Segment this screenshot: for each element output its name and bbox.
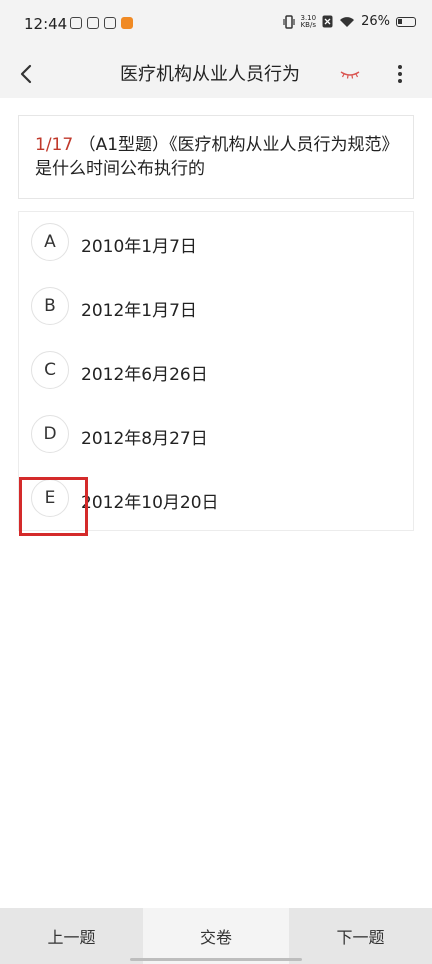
next-question-button[interactable]: 下一题: [289, 908, 432, 964]
question-card: 1/17 （A1型题）《医疗机构从业人员行为规范》是什么时间公布执行的: [18, 115, 414, 199]
eye-toggle-button[interactable]: [338, 62, 362, 86]
chevron-left-icon: [20, 64, 32, 84]
net-speed: 3.10 KB/s: [300, 13, 317, 29]
option-letter-badge: C: [31, 351, 69, 389]
app-header: 医疗机构从业人员行为: [0, 50, 432, 98]
options-list: A 2010年1月7日 B 2012年1月7日 C 2012年6月26日 D 2…: [18, 211, 414, 531]
link-icon: [70, 17, 82, 29]
more-dot-icon: [398, 72, 402, 76]
more-dot-icon: [398, 65, 402, 69]
option-letter-badge: E: [31, 479, 69, 517]
prev-question-button[interactable]: 上一题: [0, 908, 143, 964]
option-b[interactable]: B 2012年1月7日: [19, 276, 413, 340]
sim-off-icon: [322, 15, 333, 28]
eye-closed-icon: [340, 71, 360, 79]
option-letter-badge: B: [31, 287, 69, 325]
battery-percent: 26%: [361, 14, 390, 29]
status-time: 12:44: [24, 15, 68, 33]
option-e[interactable]: E 2012年10月20日: [19, 468, 413, 532]
status-bar: 12:44 3.10 KB/s 26%: [0, 0, 432, 50]
sync-icon: [104, 17, 116, 29]
wifi-icon: [340, 16, 355, 27]
app-notification-icon: [87, 17, 99, 29]
orange-app-icon: [121, 17, 133, 29]
home-indicator[interactable]: [130, 958, 302, 961]
bottom-action-bar: 上一题 交卷 下一题: [0, 908, 432, 964]
option-d[interactable]: D 2012年8月27日: [19, 404, 413, 468]
more-options-button[interactable]: [388, 58, 412, 90]
more-dot-icon: [398, 79, 402, 83]
status-right: 3.10 KB/s 26%: [282, 13, 416, 29]
option-text: 2012年8月27日: [81, 429, 208, 449]
option-c[interactable]: C 2012年6月26日: [19, 340, 413, 404]
battery-icon: [396, 16, 416, 27]
option-text: 2012年6月26日: [81, 365, 208, 385]
page-title: 医疗机构从业人员行为: [120, 64, 300, 85]
option-text: 2012年1月7日: [81, 301, 197, 321]
option-text: 2010年1月7日: [81, 237, 197, 257]
back-button[interactable]: [10, 58, 42, 90]
option-a[interactable]: A 2010年1月7日: [19, 212, 413, 276]
question-index: 1/17: [35, 135, 74, 155]
option-text: 2012年10月20日: [81, 493, 219, 513]
option-letter-badge: D: [31, 415, 69, 453]
question-text: （A1型题）《医疗机构从业人员行为规范》是什么时间公布执行的: [35, 135, 391, 179]
option-letter-badge: A: [31, 223, 69, 261]
vibrate-icon: [282, 14, 295, 29]
submit-exam-button[interactable]: 交卷: [143, 908, 289, 964]
notification-icons: [70, 17, 133, 29]
